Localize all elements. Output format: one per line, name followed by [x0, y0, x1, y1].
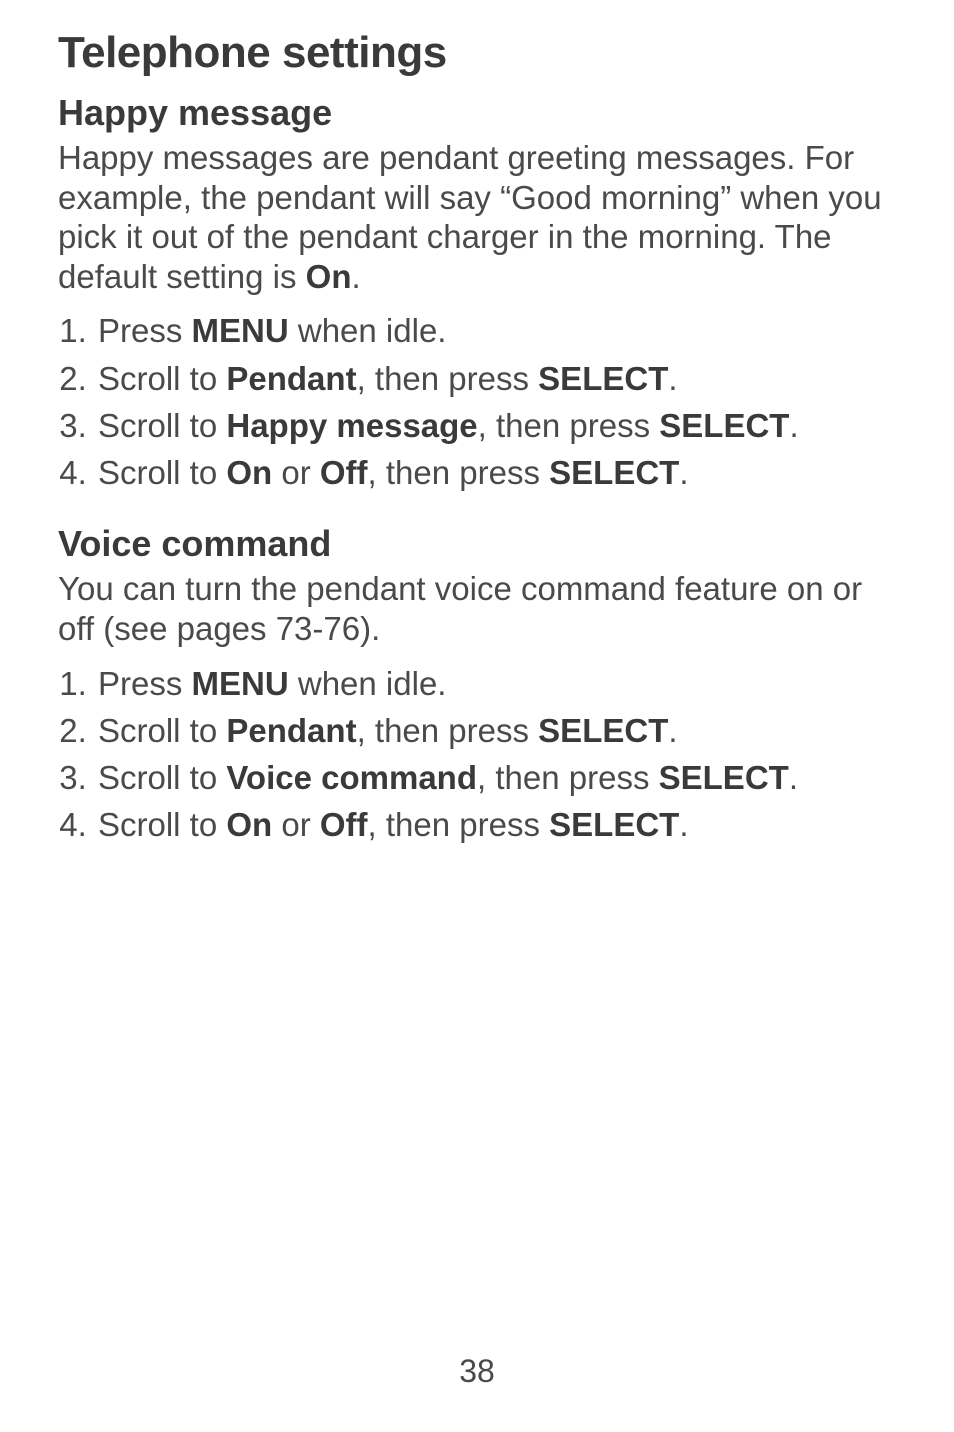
- bold-select: SELECT: [538, 360, 668, 397]
- bold-pendant: Pendant: [226, 712, 356, 749]
- steps-list-voice-command: Press MENU when idle. Scroll to Pendant,…: [58, 663, 896, 846]
- step-text: .: [789, 759, 798, 796]
- step-text: , then press: [357, 712, 539, 749]
- step-text: , then press: [368, 454, 550, 491]
- step-text: Scroll to: [98, 712, 226, 749]
- step-text: .: [789, 407, 798, 444]
- section-body-happy-message: Happy messages are pendant greeting mess…: [58, 138, 896, 296]
- step-text: or: [272, 806, 320, 843]
- list-item: Scroll to Pendant, then press SELECT.: [96, 358, 896, 399]
- bold-off: Off: [320, 806, 368, 843]
- list-item: Press MENU when idle.: [96, 310, 896, 351]
- list-item: Press MENU when idle.: [96, 663, 896, 704]
- body-text: You can turn the pendant voice command f…: [58, 570, 862, 647]
- bold-select: SELECT: [659, 759, 789, 796]
- bold-pendant: Pendant: [226, 360, 356, 397]
- bold-menu: MENU: [192, 312, 289, 349]
- page-title: Telephone settings: [58, 28, 896, 78]
- step-text: or: [272, 454, 320, 491]
- list-item: Scroll to Voice command, then press SELE…: [96, 757, 896, 798]
- bold-on: On: [306, 258, 352, 295]
- bold-voice-command: Voice command: [226, 759, 477, 796]
- bold-happy-message: Happy message: [226, 407, 477, 444]
- bold-select: SELECT: [538, 712, 668, 749]
- bold-menu: MENU: [192, 665, 289, 702]
- step-text: Scroll to: [98, 759, 226, 796]
- bold-off: Off: [320, 454, 368, 491]
- section-body-voice-command: You can turn the pendant voice command f…: [58, 569, 896, 648]
- list-item: Scroll to On or Off, then press SELECT.: [96, 804, 896, 845]
- section-heading-happy-message: Happy message: [58, 92, 896, 134]
- step-text: when idle.: [289, 665, 447, 702]
- step-text: .: [668, 360, 677, 397]
- bold-select: SELECT: [549, 806, 679, 843]
- body-text: Happy messages are pendant greeting mess…: [58, 139, 882, 295]
- section-heading-voice-command: Voice command: [58, 523, 896, 565]
- step-text: , then press: [478, 407, 660, 444]
- step-text: Scroll to: [98, 407, 226, 444]
- bold-select: SELECT: [549, 454, 679, 491]
- step-text: , then press: [357, 360, 539, 397]
- step-text: Scroll to: [98, 454, 226, 491]
- step-text: Press: [98, 312, 192, 349]
- bold-on: On: [226, 806, 272, 843]
- body-text: .: [351, 258, 360, 295]
- list-item: Scroll to Happy message, then press SELE…: [96, 405, 896, 446]
- step-text: Scroll to: [98, 360, 226, 397]
- steps-list-happy-message: Press MENU when idle. Scroll to Pendant,…: [58, 310, 896, 493]
- step-text: .: [668, 712, 677, 749]
- document-page: Telephone settings Happy message Happy m…: [0, 0, 954, 846]
- list-item: Scroll to Pendant, then press SELECT.: [96, 710, 896, 751]
- step-text: , then press: [477, 759, 659, 796]
- page-number: 38: [0, 1353, 954, 1390]
- step-text: Scroll to: [98, 806, 226, 843]
- bold-on: On: [226, 454, 272, 491]
- section-voice-command: Voice command You can turn the pendant v…: [58, 523, 896, 845]
- step-text: .: [679, 454, 688, 491]
- step-text: when idle.: [289, 312, 447, 349]
- step-text: Press: [98, 665, 192, 702]
- bold-select: SELECT: [659, 407, 789, 444]
- list-item: Scroll to On or Off, then press SELECT.: [96, 452, 896, 493]
- step-text: .: [679, 806, 688, 843]
- step-text: , then press: [368, 806, 550, 843]
